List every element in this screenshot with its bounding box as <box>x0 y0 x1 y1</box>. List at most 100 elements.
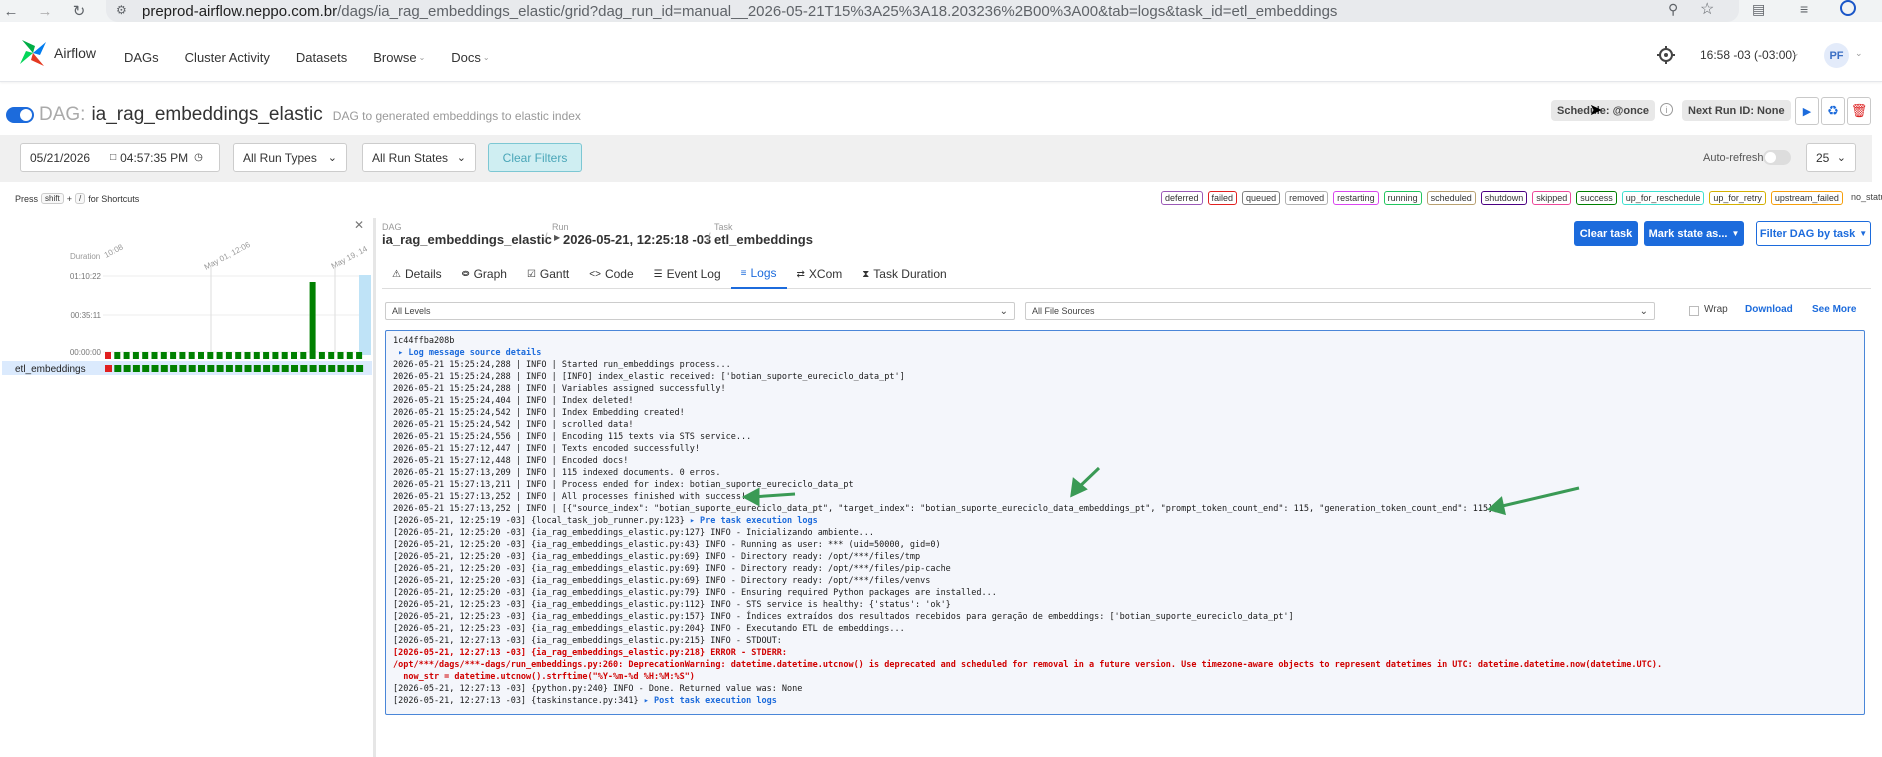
gear-icon[interactable] <box>1656 45 1676 65</box>
schedule-text: Schedule: @once <box>1557 104 1650 117</box>
log-output[interactable]: 1c44ffba208b ▸ Log message source detail… <box>385 330 1865 715</box>
tick-label: 00:35:11 <box>70 311 101 320</box>
task-instance-cell <box>114 365 122 372</box>
run-count-select[interactable]: 25 ⌄ <box>1806 143 1856 172</box>
airflow-logo[interactable]: Airflow <box>18 38 96 68</box>
extensions-icon[interactable]: ▤ <box>1752 1 1765 18</box>
legend-up-for-reschedule[interactable]: up_for_reschedule <box>1621 191 1705 205</box>
run-types-select[interactable]: All Run Types ⌄ <box>233 143 347 172</box>
tab-graph[interactable]: ⭖ Graph <box>452 259 517 289</box>
legend-restarting[interactable]: restarting <box>1333 191 1379 205</box>
duration-bar <box>225 352 232 359</box>
task-tabs: ⚠ Details ⭖ Graph ☑ Gantt <> Code ☰ Event Log ≡ Log… <box>382 259 1871 289</box>
legend-shutdown[interactable]: shutdown <box>1480 191 1528 205</box>
log-line: 2026-05-21 15:27:13,211 | INFO | Process… <box>393 480 854 490</box>
log-line: [2026-05-21, 12:27:13 -03] {ia_rag_embed… <box>393 648 788 658</box>
clear-filters-button[interactable]: Clear Filters <box>488 143 582 172</box>
parse-dag-button[interactable]: ♻ <box>1821 97 1845 125</box>
nav-dags[interactable]: DAGs <box>124 50 159 65</box>
legend-no-status[interactable]: no_status <box>1847 191 1882 205</box>
wrap-checkbox[interactable] <box>1689 306 1699 316</box>
tab-gantt[interactable]: ☑ Gantt <box>517 259 579 289</box>
breadcrumb-task[interactable]: etl_embeddings <box>714 232 813 247</box>
date-label: May 19, 14 <box>330 244 370 271</box>
see-more-link[interactable]: See More <box>1812 304 1856 315</box>
task-instance-cell <box>179 365 187 372</box>
legend-running[interactable]: running <box>1383 191 1422 205</box>
nav-browse[interactable]: Browse ⌄ <box>373 50 425 65</box>
clock-icon[interactable]: ◷ <box>194 152 203 163</box>
legend-skipped[interactable]: skipped <box>1532 191 1572 205</box>
tab-logs[interactable]: ≡ Logs <box>730 259 787 289</box>
mouse-cursor-icon: ➤ <box>1589 102 1603 119</box>
mark-state-button[interactable]: Mark state as... ▼ <box>1644 221 1744 246</box>
tab-event-log[interactable]: ☰ Event Log <box>644 259 731 289</box>
download-link[interactable]: Download <box>1745 304 1793 315</box>
legend-deferred[interactable]: deferred <box>1161 191 1203 205</box>
task-instance-cell <box>356 365 364 372</box>
duration-bar <box>300 352 307 359</box>
calendar-icon[interactable]: □ <box>110 152 116 163</box>
legend-queued[interactable]: queued <box>1242 191 1281 205</box>
nav-cluster-activity[interactable]: Cluster Activity <box>185 50 270 65</box>
base-date-input[interactable]: 05/21/2026 □ 04:57:35 PM ◷ <box>20 143 220 172</box>
task-instance-cell <box>188 365 196 372</box>
dag-name[interactable]: ia_rag_embeddings_elastic <box>91 104 322 126</box>
forward-icon[interactable]: → <box>34 0 56 22</box>
reading-list-icon[interactable]: ≡ <box>1800 1 1808 17</box>
log-group-toggle[interactable]: ▸ Pre task execution logs <box>690 516 818 526</box>
tab-code[interactable]: <> Code <box>579 259 643 289</box>
log-line: [2026-05-21, 12:25:20 -03] {ia_rag_embed… <box>393 576 931 586</box>
clear-task-button[interactable]: Clear task <box>1574 221 1638 246</box>
log-line: [2026-05-21, 12:25:20 -03] {ia_rag_embed… <box>393 540 941 550</box>
duration-bar <box>123 352 130 359</box>
profile-icon[interactable] <box>1840 0 1856 16</box>
task-instance-cell <box>281 365 289 372</box>
legend-success[interactable]: success <box>1576 191 1617 205</box>
bookmark-star-icon[interactable]: ☆ <box>1700 0 1714 19</box>
task-instance-cell <box>337 365 345 372</box>
filter-dag-button[interactable]: Filter DAG by task ▼ <box>1756 221 1871 246</box>
nav-datasets[interactable]: Datasets <box>296 50 347 65</box>
legend-removed[interactable]: removed <box>1285 191 1329 205</box>
log-group-toggle[interactable]: ▸ Post task execution logs <box>644 696 777 706</box>
tab-task-duration[interactable]: ⧗ Task Duration <box>852 259 956 289</box>
info-icon[interactable]: i <box>1660 103 1673 116</box>
legend-up-for-retry[interactable]: up_for_retry <box>1709 191 1766 205</box>
tab-details[interactable]: ⚠ Details <box>382 259 452 289</box>
dag-pause-toggle[interactable] <box>6 107 34 123</box>
duration-bar <box>244 352 251 359</box>
log-line: [2026-05-21, 12:25:19 -03] {local_task_j… <box>393 515 1857 527</box>
breadcrumb-run[interactable]: 2026-05-21, 12:25:18 -03 <box>563 232 711 247</box>
breadcrumb-dag[interactable]: ia_rag_embeddings_elastic <box>382 232 552 247</box>
legend-upstream-failed[interactable]: upstream_failed <box>1770 191 1843 205</box>
run-states-select[interactable]: All Run States ⌄ <box>362 143 476 172</box>
address-bar[interactable]: ⚙ preprod-airflow.neppo.com.br/dags/ia_r… <box>106 0 1739 22</box>
site-info-icon[interactable]: ⚙ <box>116 3 127 17</box>
auto-refresh-toggle[interactable] <box>1763 150 1791 165</box>
duration-bar <box>281 352 288 359</box>
panel-divider[interactable] <box>373 218 376 757</box>
trigger-dag-button[interactable]: ▶ <box>1795 97 1819 125</box>
legend-failed[interactable]: failed <box>1207 191 1238 205</box>
tab-label: Details <box>404 267 442 281</box>
delete-dag-button[interactable]: 🗑 <box>1847 97 1871 125</box>
tab-xcom[interactable]: ⇄ XCom <box>787 259 853 289</box>
duration-bar <box>346 352 353 359</box>
hourglass-icon: ⧗ <box>862 268 870 280</box>
reload-icon[interactable]: ↻ <box>68 0 90 22</box>
duration-bar <box>105 352 111 359</box>
collapse-icon[interactable]: ✕ <box>354 218 364 232</box>
nav-docs[interactable]: Docs ⌄ <box>451 50 489 65</box>
back-icon[interactable]: ← <box>0 0 22 22</box>
log-line: ▸ Log message source details <box>393 348 542 358</box>
task-instance-cell <box>291 365 298 372</box>
server-time[interactable]: 16:58 -03 (-03:00) <box>1700 48 1796 62</box>
log-level-select[interactable]: All Levels ⌄ <box>385 302 1015 320</box>
log-line: /opt/***/dags/***-dags/run_embeddings.py… <box>393 660 1663 670</box>
filter-dag-label: Filter DAG by task <box>1759 227 1856 240</box>
avatar[interactable]: PF <box>1824 43 1849 68</box>
log-source-select[interactable]: All File Sources ⌄ <box>1025 302 1655 320</box>
zoom-icon[interactable]: ⚲ <box>1668 1 1678 18</box>
legend-scheduled[interactable]: scheduled <box>1426 191 1476 205</box>
